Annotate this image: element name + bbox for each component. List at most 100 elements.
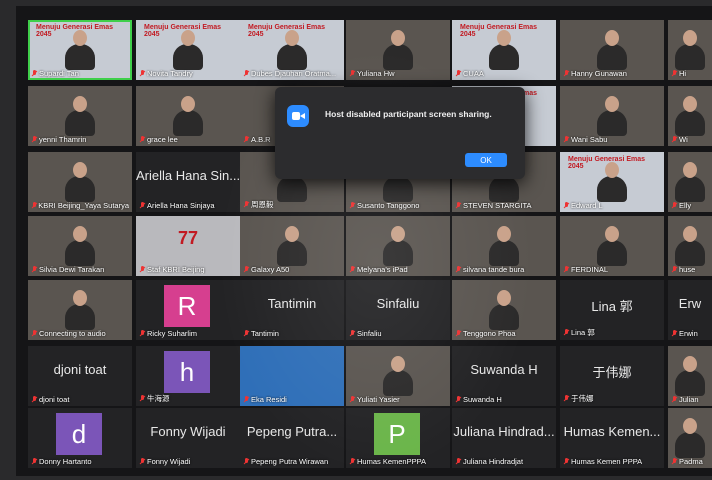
participant-tile[interactable]: Hi	[668, 20, 712, 80]
participant-tile[interactable]: Humas Kemen... Humas Kemen PPPA	[560, 408, 664, 468]
participant-name-label: djoni toat	[31, 395, 129, 404]
participant-name: Juliana Hindradjat	[463, 457, 524, 466]
participant-name: Lina 郭	[571, 328, 595, 337]
participant-tile[interactable]: Eka Residi	[240, 346, 344, 406]
participant-tile[interactable]: Elly	[668, 152, 712, 212]
participant-tile[interactable]: Wani Sabu	[560, 86, 664, 146]
participant-name-label: Yuliati Yasier	[349, 395, 447, 404]
participant-tile[interactable]: huse	[668, 216, 712, 276]
participant-name: A.B.R	[251, 135, 271, 144]
participant-tile[interactable]: Lina 郭 Lina 郭	[560, 280, 664, 340]
participant-tile[interactable]: Juliana Hindrad... Juliana Hindradjat	[452, 408, 556, 468]
participant-name: Dubes Djauhari Oratma...	[251, 69, 337, 78]
zoom-gallery-screen: Menuju Generasi Emas 2045 Supardi Tan Menu…	[16, 6, 712, 476]
participant-name: FERDINAL	[571, 265, 609, 274]
participant-tile[interactable]: Suwanda H Suwanda H	[452, 346, 556, 406]
participant-tile[interactable]: Melyana's iPad	[346, 216, 450, 276]
participant-tile[interactable]: 于伟娜 于伟娜	[560, 346, 664, 406]
participant-name-label: 于伟娜	[563, 393, 661, 404]
participant-tile[interactable]: Sinfaliu Sinfaliu	[346, 280, 450, 340]
participant-name-label: Yuliana Hw	[349, 69, 447, 78]
participant-tile[interactable]: Yuliana Hw	[346, 20, 450, 80]
participant-video-figure	[65, 96, 95, 136]
participant-name: Edward L	[571, 201, 603, 210]
participant-tile[interactable]: FERDINAL	[560, 216, 664, 276]
participant-name: Sinfaliu	[357, 329, 382, 338]
participant-tile[interactable]: Menuju Generasi Emas 2045 CUAA	[452, 20, 556, 80]
participant-video-figure	[65, 226, 95, 266]
participant-tile[interactable]: Hanny Gunawan	[560, 20, 664, 80]
participant-tile[interactable]: grace lee	[136, 86, 240, 146]
muted-mic-icon	[31, 330, 37, 337]
participant-name-label: Ricky Suharlim	[139, 329, 237, 338]
participant-video-figure	[277, 30, 307, 70]
muted-mic-icon	[455, 330, 461, 337]
participant-tile[interactable]: Menuju Generasi Emas 2045 Supardi Tan	[28, 20, 132, 80]
participant-tile[interactable]: Menuju Generasi Emas 2045 Dubes Djauhari …	[240, 20, 344, 80]
participant-name: Galaxy A50	[251, 265, 290, 274]
participant-name-label: 周恩毅	[243, 199, 341, 210]
participant-tile[interactable]: Galaxy A50	[240, 216, 344, 276]
participant-name-label: Suwanda H	[455, 395, 553, 404]
participant-tile[interactable]: Connecting to audio	[28, 280, 132, 340]
participant-video-figure	[383, 226, 413, 266]
participant-name: Wani Sabu	[571, 135, 608, 144]
participant-tile[interactable]: Wi	[668, 86, 712, 146]
participant-tile[interactable]: Menuju Generasi Emas 2045 Novita Tandry	[136, 20, 240, 80]
muted-mic-icon	[563, 202, 569, 209]
participant-tile[interactable]: djoni toat djoni toat	[28, 346, 132, 406]
muted-mic-icon	[31, 396, 37, 403]
participant-tile[interactable]: R Ricky Suharlim	[136, 280, 240, 340]
muted-mic-icon	[671, 396, 677, 403]
muted-mic-icon	[349, 330, 355, 337]
participant-video-figure	[383, 356, 413, 396]
participant-video-figure	[277, 226, 307, 266]
participant-name: Tantimin	[251, 329, 279, 338]
participant-video-figure	[173, 30, 203, 70]
muted-mic-icon	[349, 396, 355, 403]
participant-name-label: grace lee	[139, 135, 237, 144]
participant-tile[interactable]: Yuliati Yasier	[346, 346, 450, 406]
muted-mic-icon	[139, 202, 145, 209]
kbri-logo: 77	[177, 228, 199, 248]
participant-tile[interactable]: Julian	[668, 346, 712, 406]
participant-tile[interactable]: Pepeng Putra... Pepeng Putra Wirawan	[240, 408, 344, 468]
participant-name-label: Eka Residi	[243, 395, 341, 404]
participant-tile[interactable]: Silvia Dewi Tarakan	[28, 216, 132, 276]
participant-tile[interactable]: Fonny Wijadi Fonny Wijadi	[136, 408, 240, 468]
participant-name-label: Sinfaliu	[349, 329, 447, 338]
participant-tile[interactable]: Tenggono Phoa	[452, 280, 556, 340]
participant-tile[interactable]: silvana tande bura	[452, 216, 556, 276]
participant-tile[interactable]: Ariella Hana Sin... Ariella Hana Sinjaya	[136, 152, 240, 212]
participant-tile[interactable]: yenni Thamrin	[28, 86, 132, 146]
participant-tile[interactable]: P Humas KemenPPPA	[346, 408, 450, 468]
participant-tile[interactable]: h 牛海源	[136, 346, 240, 406]
participant-name-label: Hi	[671, 69, 709, 78]
participant-name-label: Connecting to audio	[31, 329, 129, 338]
participant-name: Connecting to audio	[39, 329, 106, 338]
participant-tile[interactable]: d Donny Hartanto	[28, 408, 132, 468]
participant-tile[interactable]: KBRI Beijing_Yaya Sutarya	[28, 152, 132, 212]
participant-avatar: d	[56, 413, 102, 455]
participant-display-name: Sinfaliu	[376, 296, 420, 311]
participant-video-figure	[65, 162, 95, 202]
participant-name-label: FERDINAL	[563, 265, 661, 274]
participant-tile[interactable]: Padma	[668, 408, 712, 468]
ok-button[interactable]: OK	[465, 153, 507, 167]
participant-name: Hanny Gunawan	[571, 69, 627, 78]
screen-sharing-disabled-dialog: Host disabled participant screen sharing…	[275, 87, 525, 179]
muted-mic-icon	[455, 458, 461, 465]
participant-name: Ariella Hana Sinjaya	[147, 201, 215, 210]
muted-mic-icon	[243, 136, 249, 143]
participant-tile[interactable]: 77 Staf KBRI Beijing	[136, 216, 240, 276]
participant-tile[interactable]: Menuju Generasi Emas 2045 Edward L	[560, 152, 664, 212]
participant-video-figure	[597, 226, 627, 266]
participant-tile[interactable]: Tantimin Tantimin	[240, 280, 344, 340]
participant-name: Suwanda H	[463, 395, 502, 404]
participant-name: Eka Residi	[251, 395, 287, 404]
muted-mic-icon	[563, 329, 569, 336]
zoom-camera-icon	[287, 105, 309, 127]
participant-tile[interactable]: Erw Erwin	[668, 280, 712, 340]
muted-mic-icon	[563, 395, 569, 402]
participant-video-figure	[675, 226, 705, 266]
